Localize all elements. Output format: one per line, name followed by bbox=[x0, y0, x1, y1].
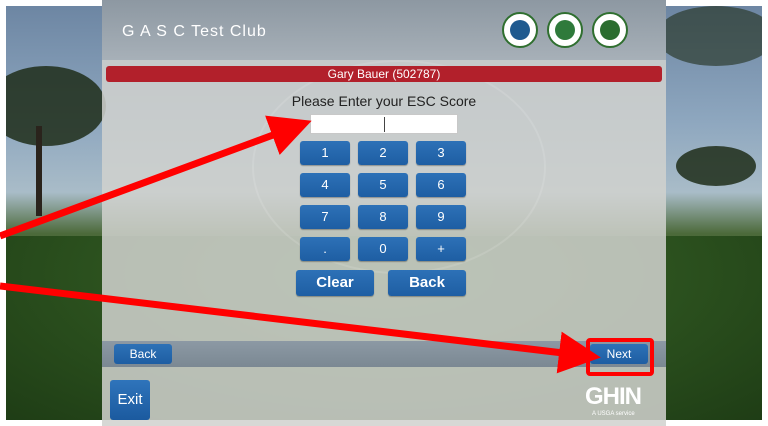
annotation-arrows bbox=[0, 115, 601, 374]
arrow-to-next-button bbox=[0, 282, 601, 374]
arrow-to-score-input bbox=[0, 115, 312, 240]
